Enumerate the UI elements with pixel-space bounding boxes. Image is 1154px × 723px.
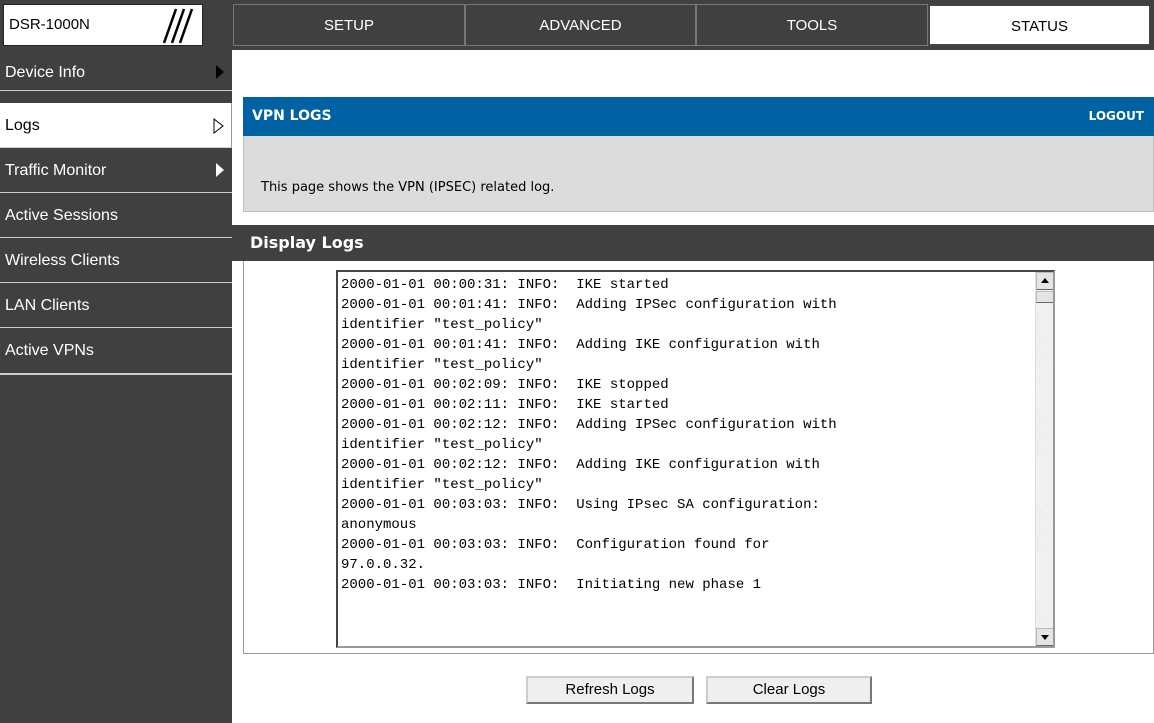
log-line: identifier "test_policy"	[341, 477, 543, 493]
sidebar-item-wireless-clients[interactable]: Wireless Clients	[0, 238, 232, 283]
log-line: 2000-01-01 00:03:03: INFO: Initiating ne…	[341, 577, 762, 593]
top-navigation-bar: DSR-1000N SETUP ADVANCED TOOLS STATUS	[0, 0, 1154, 50]
tab-setup[interactable]: SETUP	[233, 4, 465, 46]
sidebar-item-lan-clients[interactable]: LAN Clients	[0, 283, 232, 328]
refresh-logs-button[interactable]: Refresh Logs	[526, 676, 694, 704]
section-header: Display Logs	[232, 225, 1154, 261]
sidebar-item-label: Active VPNs	[5, 342, 94, 359]
log-line: anonymous	[341, 517, 417, 533]
sidebar-item-label: Active Sessions	[5, 207, 118, 224]
log-line: 2000-01-01 00:03:03: INFO: Using IPsec S…	[341, 497, 820, 513]
page-title: VPN LOGS	[252, 108, 332, 124]
log-line: identifier "test_policy"	[341, 357, 543, 373]
vertical-scrollbar[interactable]	[1035, 272, 1053, 646]
log-line: identifier "test_policy"	[341, 437, 543, 453]
scroll-thumb[interactable]	[1036, 291, 1053, 303]
logout-link[interactable]: LOGOUT	[1089, 97, 1144, 136]
log-line: 2000-01-01 00:02:09: INFO: IKE stopped	[341, 377, 669, 393]
tab-status[interactable]: STATUS	[928, 4, 1151, 46]
log-line: identifier "test_policy"	[341, 317, 543, 333]
sidebar-item-logs[interactable]: Logs	[0, 103, 232, 148]
sidebar-item-label: Wireless Clients	[5, 252, 120, 269]
log-line: 2000-01-01 00:01:41: INFO: Adding IPSec …	[341, 297, 837, 313]
scroll-down-button[interactable]	[1036, 628, 1053, 646]
brand-logo: DSR-1000N	[3, 4, 203, 46]
page-header: VPN LOGS LOGOUT	[243, 97, 1154, 136]
sidebar: Device Info Logs Traffic Monitor Active …	[0, 50, 232, 723]
log-line: 2000-01-01 00:03:03: INFO: Configuration…	[341, 537, 770, 553]
sidebar-item-traffic-monitor[interactable]: Traffic Monitor	[0, 148, 232, 193]
chevron-right-icon	[216, 65, 224, 79]
log-line: 2000-01-01 00:02:12: INFO: Adding IKE co…	[341, 457, 820, 473]
chevron-right-outline-icon	[213, 118, 224, 134]
sidebar-item-active-vpns[interactable]: Active VPNs	[0, 328, 232, 375]
logs-panel: 2000-01-01 00:00:31: INFO: IKE started 20…	[243, 261, 1154, 654]
log-line: 2000-01-01 00:01:41: INFO: Adding IKE co…	[341, 337, 820, 353]
sidebar-item-label: Traffic Monitor	[5, 162, 107, 179]
sidebar-item-device-info[interactable]: Device Info	[0, 54, 232, 91]
log-textarea[interactable]: 2000-01-01 00:00:31: INFO: IKE started 20…	[336, 270, 1055, 648]
sidebar-item-label: Logs	[5, 117, 40, 134]
slash-logo-icon	[162, 8, 194, 44]
tab-tools[interactable]: TOOLS	[696, 4, 928, 46]
scroll-up-button[interactable]	[1036, 272, 1053, 290]
description-box: This page shows the VPN (IPSEC) related …	[243, 136, 1154, 212]
sidebar-item-label: Device Info	[5, 64, 86, 81]
sidebar-item-active-sessions[interactable]: Active Sessions	[0, 193, 232, 238]
log-line: 2000-01-01 00:02:12: INFO: Adding IPSec …	[341, 417, 837, 433]
model-name: DSR-1000N	[9, 16, 90, 33]
arrow-down-icon	[1041, 635, 1049, 640]
log-lines: 2000-01-01 00:00:31: INFO: IKE started 20…	[341, 275, 837, 595]
tab-advanced[interactable]: ADVANCED	[465, 4, 696, 46]
arrow-up-icon	[1041, 278, 1049, 283]
chevron-right-icon	[216, 163, 224, 177]
log-line: 97.0.0.32.	[341, 557, 426, 573]
clear-logs-button[interactable]: Clear Logs	[706, 676, 872, 704]
sidebar-item-label: LAN Clients	[5, 297, 90, 314]
log-line: 2000-01-01 00:00:31: INFO: IKE started	[341, 277, 669, 293]
page-description: This page shows the VPN (IPSEC) related …	[261, 180, 555, 195]
log-line: 2000-01-01 00:02:11: INFO: IKE started	[341, 397, 669, 413]
